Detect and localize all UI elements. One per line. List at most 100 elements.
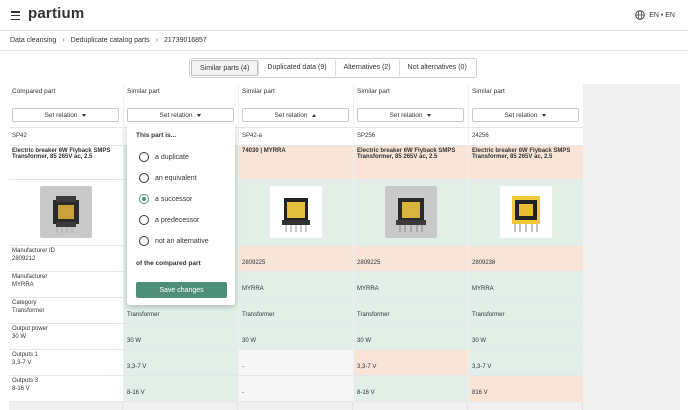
- outputs3-cell: 8-16 V: [124, 376, 238, 402]
- breadcrumb: Data cleansing › Deduplicate catalog par…: [10, 37, 207, 44]
- caret-down-icon: [427, 113, 432, 117]
- field-label: Manufacturer: [12, 274, 48, 280]
- comparison-grid: Compared part Set relation SP42 Electric…: [9, 84, 680, 410]
- outputs3-cell: 8-16 V: [354, 376, 468, 402]
- transformer-image: [270, 186, 322, 238]
- option-label: a duplicate: [155, 153, 189, 161]
- option-equivalent[interactable]: an equivalent: [139, 173, 197, 183]
- similar-part-column: Similar part Set relation SP256 Electric…: [354, 84, 468, 410]
- outputs3-cell: Outputs 3 8-16 V: [9, 376, 123, 402]
- column-title: Compared part: [12, 88, 56, 95]
- manufacturer-id-cell: 2809225: [239, 246, 353, 272]
- tab-bar: Similar parts (4) Duplicated data (9) Al…: [189, 58, 477, 78]
- breadcrumb-current: 21739016857: [164, 37, 207, 44]
- set-relation-button[interactable]: Set relation: [242, 108, 349, 122]
- manufacturer-cell: MYRRA: [469, 272, 583, 298]
- outputs1-cell: -: [239, 350, 353, 376]
- menu-icon[interactable]: [11, 11, 20, 20]
- column-title: Similar part: [242, 88, 275, 95]
- language-selector[interactable]: EN • EN: [635, 10, 675, 20]
- set-relation-button[interactable]: Set relation: [127, 108, 234, 122]
- outputs3-cell: 816 V: [469, 376, 583, 402]
- option-predecessor[interactable]: a predecessor: [139, 215, 199, 225]
- caret-down-icon: [82, 113, 87, 117]
- column-title: Similar part: [127, 88, 160, 95]
- button-label: Set relation: [504, 111, 538, 119]
- part-id: SP42-a: [239, 128, 353, 146]
- radio-button[interactable]: [139, 173, 149, 183]
- caret-down-icon: [542, 113, 547, 117]
- part-description: 74030 | MYRRA: [239, 146, 353, 180]
- outputs3-cell: -: [239, 376, 353, 402]
- column-header: Similar part Set relation: [354, 84, 468, 128]
- outputs1-cell: 3,3-7 V: [124, 350, 238, 376]
- output-power-cell: 30 W: [354, 324, 468, 350]
- part-description: Electric breaker 6W Flyback SMPS Transfo…: [354, 146, 468, 180]
- manufacturer-id-cell: 2809238: [469, 246, 583, 272]
- manufacturer-id-cell: Manufacturer ID 2809212: [9, 246, 123, 272]
- column-header: Similar part Set relation: [124, 84, 238, 128]
- breadcrumb-item[interactable]: Data cleansing: [10, 37, 56, 44]
- part-image-cell: [469, 180, 583, 246]
- part-id: SP256: [354, 128, 468, 146]
- set-relation-popup: This part is... a duplicate an equivalen…: [127, 124, 235, 305]
- column-header: Similar part Set relation: [239, 84, 353, 128]
- radio-button[interactable]: [139, 152, 149, 162]
- save-changes-button[interactable]: Save changes: [136, 282, 227, 298]
- part-image-cell: [354, 180, 468, 246]
- language-label: EN • EN: [649, 11, 675, 19]
- option-not-alternative[interactable]: not an alternative: [139, 236, 209, 246]
- manufacturer-cell: Manufacturer MYRRA: [9, 272, 123, 298]
- field-value: 2809212: [12, 256, 36, 262]
- tab-similar-parts[interactable]: Similar parts (4): [191, 60, 259, 76]
- transformer-image: [40, 186, 92, 238]
- category-cell: Transformer: [239, 298, 353, 324]
- radio-button-selected[interactable]: [139, 194, 149, 204]
- button-label: Set relation: [44, 111, 78, 119]
- breadcrumb-item[interactable]: Deduplicate catalog parts: [71, 37, 150, 44]
- empty-column: [584, 84, 680, 410]
- category-cell: Transformer: [354, 298, 468, 324]
- field-value: 3,3-7 V: [12, 360, 32, 366]
- divider: [0, 50, 688, 51]
- part-id: SP42: [9, 128, 123, 146]
- field-value: 8-16 V: [12, 386, 30, 392]
- field-label: Outputs 1: [12, 352, 39, 358]
- button-label: Set relation: [389, 111, 423, 119]
- option-label: a successor: [155, 195, 193, 203]
- manufacturer-cell: MYRRA: [354, 272, 468, 298]
- field-value: MYRRA: [12, 282, 34, 288]
- tab-alternatives[interactable]: Alternatives (2): [334, 60, 399, 76]
- field-value: 30 W: [12, 334, 27, 340]
- output-power-cell: 30 W: [469, 324, 583, 350]
- set-relation-button[interactable]: Set relation: [357, 108, 464, 122]
- brand-logo[interactable]: partium: [28, 5, 84, 22]
- caret-down-icon: [197, 113, 202, 117]
- button-label: Set relation: [159, 111, 193, 119]
- compared-part-column: Compared part Set relation SP42 Electric…: [9, 84, 123, 410]
- tab-not-alternatives[interactable]: Not alternatives (0): [398, 60, 475, 76]
- radio-button[interactable]: [139, 236, 149, 246]
- radio-button[interactable]: [139, 215, 149, 225]
- column-title: Similar part: [357, 88, 390, 95]
- part-description: Electric breaker 6W Flyback SMPS Transfo…: [469, 146, 583, 180]
- manufacturer-cell: MYRRA: [239, 272, 353, 298]
- field-label: Outputs 3: [12, 378, 39, 384]
- option-successor[interactable]: a successor: [139, 194, 192, 204]
- set-relation-button[interactable]: Set relation: [472, 108, 579, 122]
- part-image-cell: [9, 180, 123, 246]
- set-relation-button[interactable]: Set relation: [12, 108, 119, 122]
- column-header: Compared part Set relation: [9, 84, 123, 128]
- column-title: Similar part: [472, 88, 505, 95]
- outputs1-cell: 3,3-7 V: [469, 350, 583, 376]
- top-bar: partium EN • EN: [0, 0, 688, 31]
- outputs1-cell: 3,3-7 V: [354, 350, 468, 376]
- output-power-cell: 30 W: [239, 324, 353, 350]
- option-label: not an alternative: [155, 237, 209, 245]
- option-duplicate[interactable]: a duplicate: [139, 152, 189, 162]
- part-description: Electric breaker 6W Flyback SMPS Transfo…: [9, 146, 123, 180]
- globe-icon: [635, 10, 645, 20]
- tab-duplicated-data[interactable]: Duplicated data (9): [258, 60, 334, 76]
- field-label: Output power: [12, 326, 49, 332]
- manufacturer-id-cell: 2809225: [354, 246, 468, 272]
